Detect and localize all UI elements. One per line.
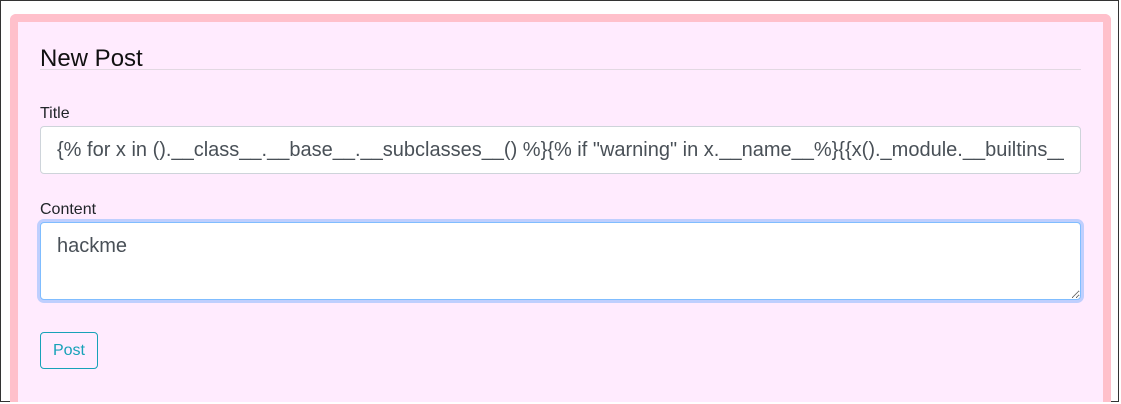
content-textarea[interactable]: hackme (40, 222, 1081, 300)
content-label: Content (40, 201, 97, 218)
post-button[interactable]: Post (40, 332, 98, 369)
browser-viewport: New Post Title Content hackme Post (0, 0, 1119, 402)
title-input[interactable] (40, 126, 1081, 174)
new-post-card: New Post Title Content hackme Post (10, 14, 1111, 402)
title-label: Title (40, 105, 70, 122)
title-divider (40, 69, 1081, 70)
